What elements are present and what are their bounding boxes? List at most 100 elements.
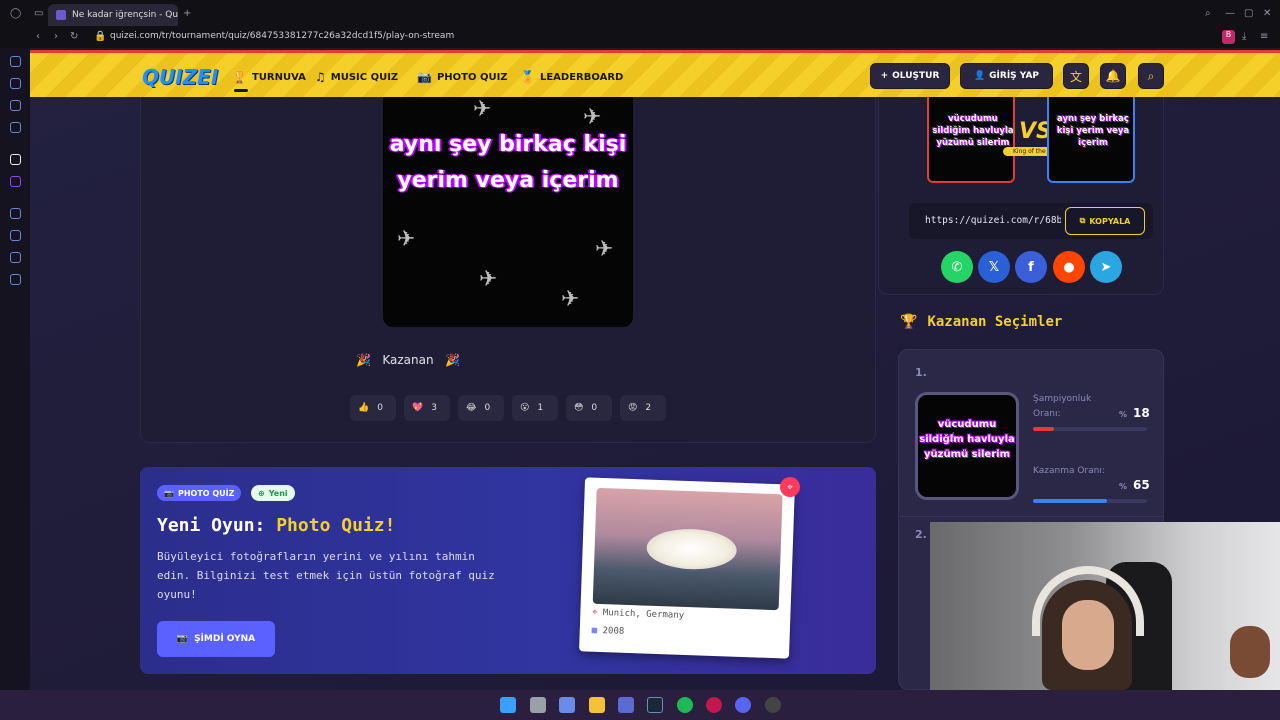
twitch-icon[interactable] [10, 176, 21, 187]
download-icon[interactable]: ⤓ [1242, 31, 1246, 42]
reaction-button[interactable]: 😂 0 [458, 395, 504, 421]
sidebar-app-icon[interactable] [10, 78, 21, 89]
copy-button[interactable]: ⧉ KOPYALA [1065, 207, 1145, 235]
quizei-logo[interactable]: QUIZEI [142, 65, 218, 89]
photo-card: ⌖ Munich, Germany ▦ 2008 [579, 477, 795, 659]
reaction-button[interactable]: 💖 3 [404, 395, 450, 421]
divider [899, 516, 1163, 517]
app-icon[interactable] [765, 697, 781, 713]
facebook-share-button[interactable]: f [1015, 251, 1047, 283]
plus-icon: + [880, 71, 889, 81]
search-icon[interactable]: ⌕ [1138, 63, 1164, 89]
store-icon[interactable] [618, 697, 634, 713]
active-nav-indicator [234, 89, 248, 92]
promo-title: Yeni Oyun: Photo Quiz! [157, 515, 396, 536]
share-link-box: https://quizei.com/r/68b ⧉ KOPYALA [909, 203, 1153, 239]
lock-icon: 🔒 [94, 31, 107, 42]
music-icon: ♫ [315, 70, 326, 84]
stadium-photo [592, 487, 783, 611]
steam-icon[interactable] [647, 697, 663, 713]
profile-icon[interactable]: B [1222, 30, 1235, 44]
search-icon[interactable]: ⌕ [1205, 8, 1211, 19]
reload-icon[interactable]: ↻ [70, 31, 78, 42]
create-button[interactable]: + OLUŞTUR [870, 63, 950, 89]
nav-leaderboard[interactable]: 🏅 LEADERBOARD [520, 70, 623, 84]
photo-location: ⌖ Munich, Germany [592, 607, 685, 621]
login-button[interactable]: 👤 GİRİŞ YAP [960, 63, 1053, 89]
opera-gx-icon[interactable] [706, 697, 722, 713]
rank-label: 1. [915, 366, 927, 379]
menu-icon[interactable]: ≡ [1260, 31, 1268, 42]
copilot-icon[interactable] [559, 697, 575, 713]
camera-icon: 📷 [417, 70, 432, 84]
new-tab-button[interactable]: + [183, 8, 191, 19]
trophy-icon: 🏆 [900, 314, 918, 330]
site-header: QUIZEI 🏆 TURNUVA ♫ MUSIC QUIZ 📷 PHOTO QUIZ … [30, 50, 1280, 97]
location-pin-icon: ⌖ [592, 607, 598, 618]
sidebar-app-icon[interactable] [10, 100, 21, 111]
right-choice-image: aynı şey birkaç kişi yerim veya içerim [1047, 97, 1135, 183]
whatsapp-share-button[interactable]: ✆ [941, 251, 973, 283]
url-field[interactable]: quizei.com/tr/tournament/quiz/6847533812… [110, 31, 454, 41]
paper-plane-icon: ✈ [473, 97, 492, 122]
camera-icon: 📷 [164, 488, 174, 498]
trophy-icon: 🏆 [232, 70, 247, 84]
forward-icon[interactable]: › [54, 31, 58, 42]
reaction-bar: 👍 0 💖 3 😂 0 😮 1 😳 0 😡 2 [350, 395, 666, 421]
sidebar-app-icon[interactable] [10, 208, 21, 219]
reaction-button[interactable]: 😳 0 [566, 395, 612, 421]
paper-plane-icon: ✈ [595, 237, 614, 262]
close-icon[interactable]: ✕ [1263, 8, 1271, 19]
tab-title: Ne kadar iğrençsin - Quiz [72, 10, 178, 20]
user-icon: 👤 [973, 71, 986, 81]
spotify-icon[interactable] [677, 697, 693, 713]
winner-image-text: aynı şey birkaç kişi yerim veya içerim [389, 132, 627, 193]
play-now-button[interactable]: 📷 ŞİMDİ OYNA [157, 621, 275, 657]
location-pin-icon: ⌖ [780, 477, 800, 497]
webcam-overlay [930, 522, 1280, 690]
tab-menu-icon[interactable]: ▭ [34, 8, 43, 19]
discord-icon[interactable] [735, 697, 751, 713]
taskbar [0, 690, 1280, 720]
championship-rate-label: Şampiyonluk Oranı: [1033, 394, 1092, 419]
win-rate-label: Kazanma Oranı: [1033, 466, 1105, 476]
sidebar-app-icon[interactable] [10, 56, 21, 67]
reaction-button[interactable]: 😮 1 [512, 395, 558, 421]
back-icon[interactable]: ‹ [36, 31, 40, 42]
share-url[interactable]: https://quizei.com/r/68b [925, 215, 1061, 226]
extensions-icon[interactable] [10, 252, 21, 263]
nav-music-quiz[interactable]: ♫ MUSIC QUIZ [315, 70, 398, 84]
history-icon[interactable] [10, 230, 21, 241]
reaction-button[interactable]: 😡 2 [620, 395, 666, 421]
new-badge: ⊕ Yeni [251, 485, 295, 501]
nav-label: LEADERBOARD [539, 71, 624, 83]
sidebar-app-icon[interactable] [10, 122, 21, 133]
task-view-icon[interactable] [530, 697, 546, 713]
reddit-share-button[interactable]: ● [1053, 251, 1085, 283]
winner-label: 🎉 Kazanan 🎉 [355, 353, 460, 367]
winner-choice-image[interactable]: vücudumu sildiğim havluyla yüzümü sileri… [915, 392, 1019, 500]
nav-photo-quiz[interactable]: 📷 PHOTO QUIZ [417, 70, 508, 84]
nav-turnuva[interactable]: 🏆 TURNUVA [232, 70, 306, 84]
settings-icon[interactable] [10, 274, 21, 285]
file-explorer-icon[interactable] [589, 697, 605, 713]
opera-logo-icon[interactable]: ◯ [10, 8, 21, 19]
maximize-icon[interactable]: ▢ [1244, 8, 1253, 19]
nav-label: PHOTO QUIZ [436, 71, 508, 83]
bell-icon[interactable]: 🔔 [1100, 63, 1126, 89]
sidebar-app-icon[interactable] [10, 154, 21, 165]
paper-plane-icon: ✈ [561, 287, 580, 312]
medal-icon: 🏅 [520, 70, 535, 84]
windows-start-icon[interactable] [500, 697, 516, 713]
nav-label: MUSIC QUIZ [330, 71, 399, 83]
winner-image: ✈ ✈ ✈ ✈ ✈ ✈ ✈ aynı şey birkaç kişi yerim… [383, 97, 633, 327]
left-choice-image: vücudumu sildiğim havluyla yüzümü sileri… [927, 97, 1015, 183]
telegram-share-button[interactable]: ➤ [1090, 251, 1122, 283]
share-card: vücudumu sildiğim havluyla yüzümü sileri… [878, 97, 1164, 295]
tab-quizei[interactable]: Ne kadar iğrençsin - Quiz [48, 4, 178, 26]
reaction-button[interactable]: 👍 0 [350, 395, 396, 421]
promo-description: Büyüleyici fotoğrafların yerini ve yılın… [157, 550, 495, 601]
minimize-icon[interactable]: — [1225, 8, 1235, 19]
translate-icon[interactable]: 文 [1063, 63, 1089, 89]
x-share-button[interactable]: 𝕏 [978, 251, 1010, 283]
